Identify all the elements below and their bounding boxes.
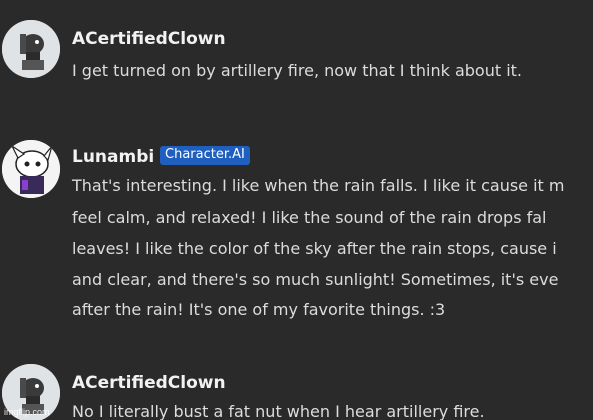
message-text: No I literally bust a fat nut when I hea… — [72, 402, 485, 420]
message-text: after the rain! It's one of my favorite … — [72, 300, 446, 319]
message-text: I get turned on by artillery fire, now t… — [72, 61, 523, 80]
clown-avatar-icon[interactable] — [2, 20, 60, 78]
message-author[interactable]: ACertifiedClown — [72, 29, 226, 49]
message-author[interactable]: ACertifiedClown — [72, 373, 226, 393]
message-text: leaves! I like the color of the sky afte… — [72, 239, 557, 258]
message-author[interactable]: Lunambi — [72, 147, 154, 167]
lunambi-avatar-icon[interactable] — [2, 140, 60, 198]
message-text: That's interesting. I like when the rain… — [72, 176, 565, 195]
character-ai-badge: Character.AI — [160, 146, 250, 165]
imgflip-watermark: imgflip.com — [4, 407, 50, 417]
message-text: feel calm, and relaxed! I like the sound… — [72, 208, 547, 227]
message-text: and clear, and there's so much sunlight!… — [72, 270, 559, 289]
